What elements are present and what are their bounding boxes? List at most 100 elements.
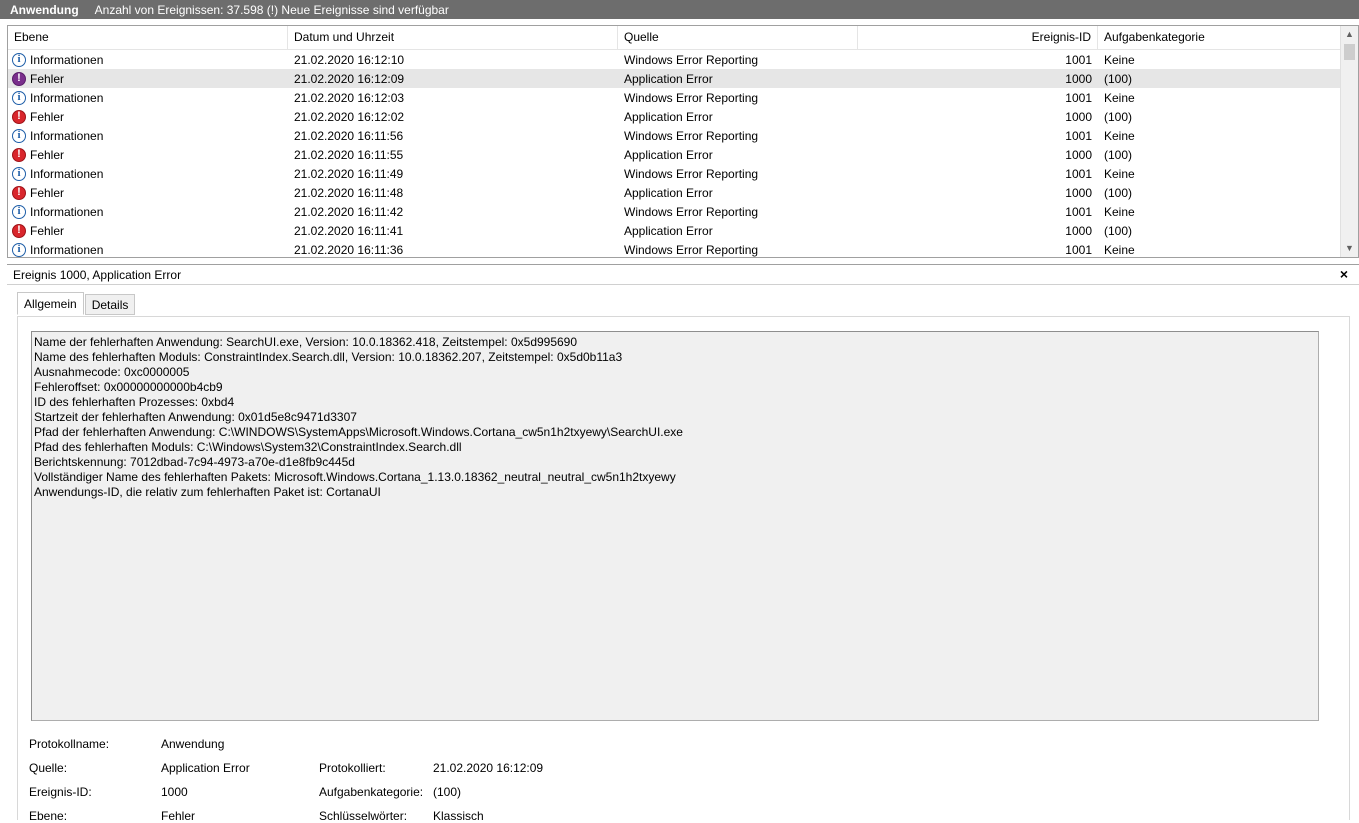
cell-category: Keine [1104, 52, 1135, 67]
cell-event-id: 1001 [1065, 52, 1092, 67]
cell-source: Application Error [624, 109, 713, 124]
cell-category: (100) [1104, 223, 1133, 238]
cell-level: ! Fehler [8, 109, 288, 124]
table-row[interactable]: ! Fehler 21.02.2020 16:11:41 Application Er… [8, 221, 1342, 240]
cell-event-id: 1001 [1065, 166, 1092, 181]
column-header-category[interactable]: Aufgabenkategorie [1098, 26, 1342, 49]
log-name: Anwendung [10, 2, 79, 17]
column-header-event-id[interactable]: Ereignis-ID [858, 26, 1098, 49]
cell-level: ! Fehler [8, 185, 288, 200]
cell-event-id: 1000 [1065, 71, 1092, 86]
error-icon: ! [12, 109, 26, 124]
level-label: Fehler [30, 71, 65, 86]
cell-event-id: 1000 [1065, 223, 1092, 238]
level-label: Fehler [30, 147, 65, 162]
cell-level: i Informationen [8, 166, 288, 181]
level-label: Fehler [30, 185, 65, 200]
cell-event-id: 1001 [1065, 90, 1092, 105]
info-icon: i [12, 90, 26, 105]
cell-category: Keine [1104, 128, 1135, 143]
column-header-source[interactable]: Quelle [618, 26, 858, 49]
column-header-datetime[interactable]: Datum und Uhrzeit [288, 26, 618, 49]
prop-label-protokollname: Protokollname: [29, 737, 110, 751]
cell-datetime: 21.02.2020 16:12:02 [294, 109, 405, 124]
detail-header: Ereignis 1000, Application Error [7, 264, 1359, 285]
description-line: Pfad der fehlerhaften Anwendung: C:\WIND… [34, 425, 683, 439]
cell-datetime: 21.02.2020 16:11:48 [294, 185, 404, 200]
cell-category: (100) [1104, 185, 1133, 200]
cell-event-id: 1000 [1065, 185, 1092, 200]
tab-allgemein[interactable]: Allgemein [17, 292, 84, 315]
cell-datetime: 21.02.2020 16:12:03 [294, 90, 405, 105]
cell-datetime: 21.02.2020 16:11:42 [294, 204, 404, 219]
description-line: Name der fehlerhaften Anwendung: SearchU… [34, 335, 578, 349]
cell-datetime: 21.02.2020 16:11:49 [294, 166, 404, 181]
scroll-down-arrow-icon[interactable]: ▼ [1341, 240, 1358, 257]
table-row[interactable]: i Informationen 21.02.2020 16:12:10 Windows… [8, 50, 1342, 69]
prop-value-protokolliert: 21.02.2020 16:12:09 [433, 761, 544, 775]
title-bar: Anwendung Anzahl von Ereignissen: 37.598… [0, 0, 1359, 19]
cell-datetime: 21.02.2020 16:12:10 [294, 52, 405, 67]
tab-details[interactable]: Details [84, 294, 136, 315]
table-row[interactable]: i Informationen 21.02.2020 16:12:03 Windows… [8, 88, 1342, 107]
description-line: Pfad des fehlerhaften Moduls: C:\Windows… [34, 440, 462, 454]
cell-category: Keine [1104, 204, 1135, 219]
cell-category: (100) [1104, 109, 1133, 124]
cell-datetime: 21.02.2020 16:11:55 [294, 147, 404, 162]
table-row[interactable]: ! Fehler 21.02.2020 16:11:48 Application Er… [8, 183, 1342, 202]
cell-datetime: 21.02.2020 16:11:56 [294, 128, 404, 143]
cell-source: Windows Error Reporting [624, 166, 759, 181]
events-list: Ebene Datum und Uhrzeit Quelle Ereignis-… [7, 25, 1359, 258]
error-icon: ! [12, 147, 26, 162]
general-tab-panel: Name der fehlerhaften Anwendung: SearchU… [17, 316, 1350, 823]
description-line: Fehleroffset: 0x00000000000b4cb9 [34, 380, 223, 394]
vertical-scrollbar[interactable]: ▲ ▼ [1340, 26, 1358, 257]
table-row[interactable]: ! Fehler 21.02.2020 16:12:02 Application Er… [8, 107, 1342, 126]
cell-datetime: 21.02.2020 16:12:09 [294, 71, 405, 86]
cell-datetime: 21.02.2020 16:11:36 [294, 242, 404, 257]
cell-category: (100) [1104, 147, 1133, 162]
event-description[interactable]: Name der fehlerhaften Anwendung: SearchU… [31, 331, 1319, 721]
cell-source: Windows Error Reporting [624, 204, 759, 219]
cell-event-id: 1001 [1065, 128, 1092, 143]
detail-title: Ereignis 1000, Application Error [13, 267, 182, 282]
prop-value-protokollname: Anwendung [161, 737, 225, 751]
level-label: Informationen [30, 204, 104, 219]
scrollbar-thumb[interactable] [1344, 44, 1355, 60]
description-line: Name des fehlerhaften Moduls: Constraint… [34, 350, 623, 364]
info-icon: i [12, 204, 26, 219]
info-icon: i [12, 242, 26, 257]
error-icon: ! [12, 223, 26, 238]
close-icon[interactable]: × [1337, 265, 1351, 283]
table-row[interactable]: i Informationen 21.02.2020 16:11:49 Windows… [8, 164, 1342, 183]
cell-level: i Informationen [8, 52, 288, 67]
scroll-up-arrow-icon[interactable]: ▲ [1341, 26, 1358, 43]
table-row[interactable]: i Informationen 21.02.2020 16:11:36 Windows… [8, 240, 1342, 257]
info-icon: i [12, 166, 26, 181]
prop-label-protokolliert: Protokolliert: [319, 761, 386, 775]
info-icon: i [12, 128, 26, 143]
event-count: Anzahl von Ereignissen: 37.598 (!) Neue … [94, 2, 449, 17]
cell-level: i Informationen [8, 128, 288, 143]
table-row[interactable]: i Informationen 21.02.2020 16:11:42 Windows… [8, 202, 1342, 221]
info-icon: i [12, 52, 26, 67]
prop-value-ereignis-id: 1000 [161, 785, 188, 799]
table-row[interactable]: i Informationen 21.02.2020 16:11:56 Windows… [8, 126, 1342, 145]
level-label: Fehler [30, 223, 65, 238]
cell-source: Application Error [624, 223, 713, 238]
prop-value-aufgabenkategorie: (100) [433, 785, 462, 799]
cell-source: Windows Error Reporting [624, 242, 759, 257]
description-line: Ausnahmecode: 0xc0000005 [34, 365, 190, 379]
cell-source: Application Error [624, 147, 713, 162]
cell-source: Windows Error Reporting [624, 52, 759, 67]
column-header-level[interactable]: Ebene [8, 26, 288, 49]
cell-datetime: 21.02.2020 16:11:41 [294, 223, 404, 238]
cell-event-id: 1001 [1065, 204, 1092, 219]
cell-source: Application Error [624, 71, 713, 86]
cell-source: Windows Error Reporting [624, 90, 759, 105]
table-row[interactable]: ! Fehler 21.02.2020 16:11:55 Application Er… [8, 145, 1342, 164]
prop-label-schluesselwoerter: Schlüsselwörter: [319, 809, 408, 823]
table-row[interactable]: ! Fehler 21.02.2020 16:12:09 Application Er… [8, 69, 1342, 88]
cell-source: Windows Error Reporting [624, 128, 759, 143]
description-line: Anwendungs-ID, die relativ zum fehlerhaf… [34, 485, 381, 499]
